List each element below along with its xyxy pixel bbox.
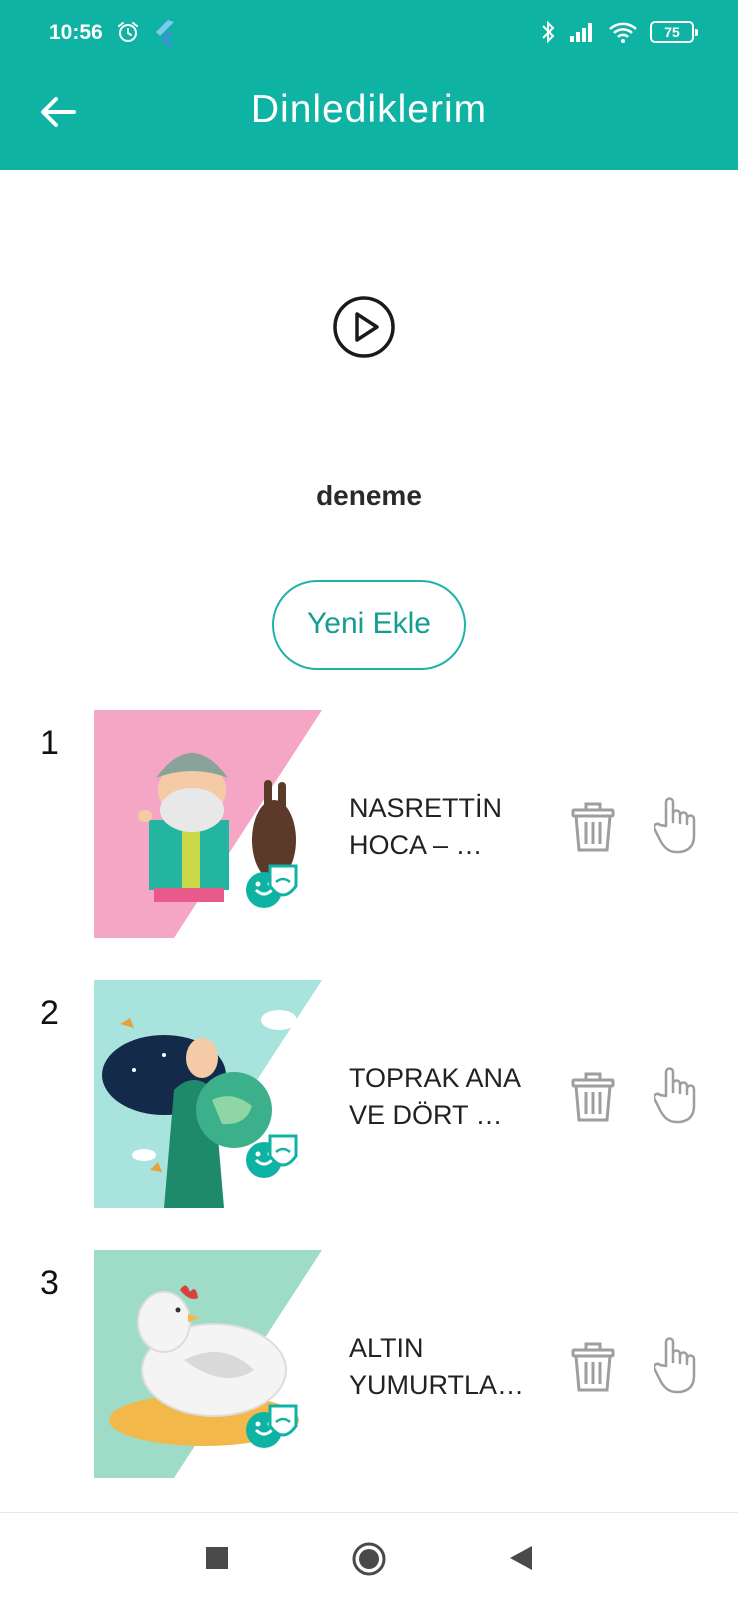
wifi-icon [609,22,637,43]
recents-square-icon[interactable] [206,1547,228,1569]
trash-icon[interactable] [568,802,618,852]
trash-icon[interactable] [568,1342,618,1392]
list-title: deneme [316,480,422,511]
page-title: Dinlediklerim [250,88,488,131]
add-new-button[interactable]: Yeni Ekle [272,580,466,670]
hand-pointer-icon[interactable] [654,1066,700,1124]
trash-icon[interactable] [568,1072,618,1122]
status-right-icons: 75 [540,20,698,44]
item-index: 1 [40,724,59,762]
bluetooth-icon [542,20,555,44]
hand-pointer-icon[interactable] [654,796,700,854]
play-circle-icon[interactable] [332,295,396,359]
status-bar: 10:56 75 [0,0,738,66]
hand-pointer-icon[interactable] [654,1336,700,1394]
altin-yumurta-cover[interactable] [94,1250,322,1478]
flutter-icon [156,20,174,46]
back-triangle-icon[interactable] [508,1544,534,1572]
status-time: 10:56 [49,21,103,44]
item-title: NASRETTİN HOCA – … [349,793,503,860]
signal-icon [570,23,592,42]
system-nav-bar [0,1512,738,1600]
list-item: 2 TOPRAK ANA VE DÖRT … [0,980,738,1208]
status-left-icons [116,20,176,46]
app-bar: Dinlediklerim [0,66,738,170]
nasreddin-hoca-cover[interactable] [94,710,322,938]
list-item: 1 NASRETTİN HOCA – … [0,710,738,938]
list-item: 3 ALTIN YUMURTLA… [0,1250,738,1478]
item-index: 3 [40,1264,59,1302]
item-title: ALTIN YUMURTLA… [349,1333,525,1400]
toprak-ana-cover[interactable] [94,980,322,1208]
item-index: 2 [40,994,59,1032]
home-circle-icon[interactable] [351,1541,387,1577]
item-title: TOPRAK ANA VE DÖRT … [349,1063,522,1130]
alarm-icon [118,22,138,42]
battery-icon: 75 [650,21,698,43]
